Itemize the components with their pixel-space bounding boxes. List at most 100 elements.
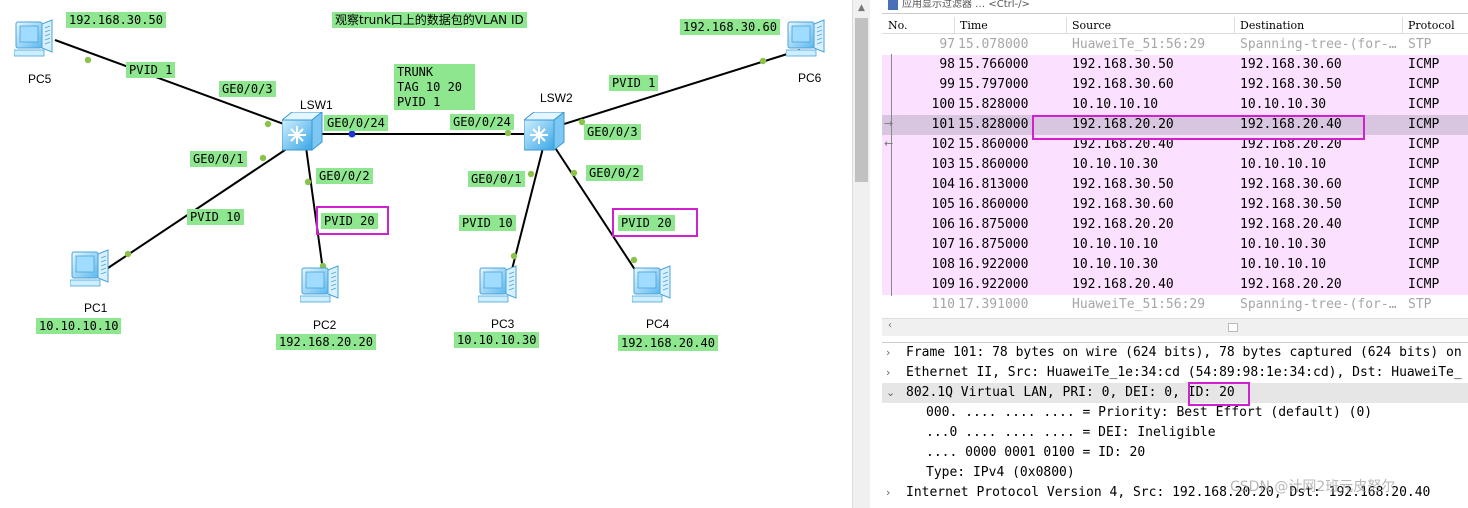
topology-vertical-scrollbar[interactable]: ▲ xyxy=(852,0,870,508)
detail-section-row[interactable]: › Frame 101: 78 bytes on wire (624 bits),… xyxy=(882,343,1468,363)
topology-canvas[interactable]: PC5 PC6 PC1 PC2 PC3 PC4 LSW1 LSW2 192.16… xyxy=(0,0,852,508)
pc3-icon[interactable] xyxy=(478,264,518,306)
packet-proto-cell: ICMP xyxy=(1408,237,1440,252)
packet-row[interactable]: 99 15.797000 192.168.30.60 192.168.30.50 ICM… xyxy=(882,75,1468,95)
packet-time-cell: 16.875000 xyxy=(958,237,1029,252)
packet-no-cell: 109 xyxy=(931,277,955,292)
packet-src-cell: 10.10.10.30 xyxy=(1072,257,1159,272)
detail-field-row[interactable]: .... 0000 0001 0100 = ID: 20 xyxy=(882,443,1468,463)
trunk-pvid-line: PVID 1 xyxy=(397,95,441,109)
pc3-ip-label: 10.10.10.30 xyxy=(454,332,540,348)
pane-divider xyxy=(870,0,882,508)
col-destination[interactable]: Destination xyxy=(1240,19,1304,32)
packet-proto-cell: ICMP xyxy=(1408,177,1440,192)
detail-text: Type: IPv4 (0x0800) xyxy=(926,465,1075,480)
detail-field-row[interactable]: ...0 .... .... .... = DEI: Ineligible xyxy=(882,423,1468,443)
pc1-icon[interactable] xyxy=(70,248,110,290)
packet-row[interactable]: 110 17.391000 HuaweiTe_51:56:29 Spanning-tr… xyxy=(882,295,1468,315)
pc5-icon[interactable] xyxy=(14,18,54,60)
packet-time-cell: 15.078000 xyxy=(958,37,1029,52)
packet-no-cell: 104 xyxy=(931,177,955,192)
packet-no-cell: 106 xyxy=(931,217,955,232)
response-arrow-icon: ← xyxy=(884,137,894,150)
filter-placeholder: 应用显示过滤器 … <Ctrl-/> xyxy=(902,0,1030,10)
pvid-pc3-label: PVID 10 xyxy=(459,215,516,231)
packet-dst-cell: Spanning-tree-(for-… xyxy=(1240,37,1397,52)
col-source[interactable]: Source xyxy=(1072,19,1111,32)
packet-no-cell: 108 xyxy=(931,257,955,272)
packet-row[interactable]: 108 16.922000 10.10.10.30 10.10.10.10 ICMP xyxy=(882,255,1468,275)
packet-time-cell: 15.828000 xyxy=(958,117,1029,132)
pc4-name: PC4 xyxy=(646,317,670,331)
packet-dst-cell: 192.168.20.20 xyxy=(1240,277,1342,292)
packet-row[interactable]: 107 16.875000 10.10.10.10 10.10.10.30 ICMP xyxy=(882,235,1468,255)
packet-row[interactable]: 105 16.860000 192.168.30.60 192.168.30.50 IC… xyxy=(882,195,1468,215)
pvid20-highlight-lsw1 xyxy=(316,206,389,235)
detail-text: 000. .... .... .... = Priority: Best Eff… xyxy=(926,405,1373,420)
pc4-ip-label: 192.168.20.40 xyxy=(618,335,718,351)
packet-row[interactable]: 100 15.828000 10.10.10.10 10.10.10.30 ICMP xyxy=(882,95,1468,115)
detail-text: 802.1Q Virtual LAN, PRI: 0, DEI: 0, ID: … xyxy=(906,385,1235,400)
packet-src-cell: HuaweiTe_51:56:29 xyxy=(1072,37,1206,52)
packet-proto-cell: STP xyxy=(1408,37,1432,52)
pc5-ip-label: 192.168.30.50 xyxy=(66,12,166,28)
packet-time-cell: 17.391000 xyxy=(958,297,1029,312)
packet-time-cell: 16.875000 xyxy=(958,217,1029,232)
packet-time-cell: 16.922000 xyxy=(958,277,1029,292)
chevron-right-icon[interactable]: › xyxy=(886,363,890,383)
packet-list: 97 15.078000 HuaweiTe_51:56:29 Spanning-tre… xyxy=(882,35,1468,315)
scroll-left-icon[interactable]: ‹ xyxy=(888,320,892,331)
packet-row[interactable]: 97 15.078000 HuaweiTe_51:56:29 Spanning-tre… xyxy=(882,35,1468,55)
packet-no-cell: 105 xyxy=(931,197,955,212)
pc6-icon[interactable] xyxy=(786,18,826,60)
detail-text: Frame 101: 78 bytes on wire (624 bits), … xyxy=(906,345,1462,360)
lsw2-ge1-label: GE0/0/1 xyxy=(468,171,525,187)
lsw1-switch-icon[interactable] xyxy=(282,112,324,152)
col-time[interactable]: Time xyxy=(960,19,988,32)
pc4-icon[interactable] xyxy=(632,264,672,306)
hscroll-thumb[interactable] xyxy=(1228,323,1238,332)
packet-proto-cell: ICMP xyxy=(1408,77,1440,92)
chevron-right-icon[interactable]: › xyxy=(886,343,890,363)
bookmark-icon[interactable] xyxy=(888,0,898,10)
packet-no-cell: 99 xyxy=(939,77,955,92)
pc3-name: PC3 xyxy=(491,317,515,331)
scroll-up-icon[interactable]: ▲ xyxy=(853,0,870,16)
packet-row[interactable]: 109 16.922000 192.168.20.40 192.168.20.20 IC… xyxy=(882,275,1468,295)
packet-list-header: No. Time Source Destination Protocol xyxy=(882,16,1468,34)
packet-time-cell: 15.797000 xyxy=(958,77,1029,92)
packet-list-horizontal-scrollbar[interactable]: ‹ xyxy=(882,318,1468,336)
packet-dst-cell: 192.168.30.60 xyxy=(1240,57,1342,72)
chevron-right-icon[interactable]: › xyxy=(886,483,890,503)
detail-section-row[interactable]: › Ethernet II, Src: HuaweiTe_1e:34:cd (54… xyxy=(882,363,1468,383)
col-protocol[interactable]: Protocol xyxy=(1408,19,1455,32)
lsw1-ge2-label: GE0/0/2 xyxy=(316,168,373,184)
packet-src-cell: 192.168.30.50 xyxy=(1072,57,1174,72)
trunk-info-box: TRUNK TAG 10 20 PVID 1 xyxy=(394,64,475,110)
lsw2-ge3-label: GE0/0/3 xyxy=(584,124,641,140)
pvid-pc1-label: PVID 10 xyxy=(187,209,244,225)
pc2-icon[interactable] xyxy=(300,264,340,306)
chevron-down-icon[interactable]: ⌄ xyxy=(886,383,895,403)
pvid20-highlight-lsw2 xyxy=(612,208,698,237)
display-filter-bar[interactable]: 应用显示过滤器 … <Ctrl-/> xyxy=(882,0,1468,14)
packet-proto-cell: ICMP xyxy=(1408,217,1440,232)
packet-proto-cell: ICMP xyxy=(1408,137,1440,152)
scroll-thumb[interactable] xyxy=(855,18,868,182)
packet-proto-cell: STP xyxy=(1408,297,1432,312)
packet-row[interactable]: 106 16.875000 192.168.20.20 192.168.20.40 IC… xyxy=(882,215,1468,235)
packet-row[interactable]: 104 16.813000 192.168.30.50 192.168.30.60 IC… xyxy=(882,175,1468,195)
pc6-name: PC6 xyxy=(798,71,822,85)
packet-proto-cell: ICMP xyxy=(1408,257,1440,272)
detail-field-row[interactable]: 000. .... .... .... = Priority: Best Eff… xyxy=(882,403,1468,423)
packet-src-cell: 10.10.10.10 xyxy=(1072,237,1159,252)
packet-proto-cell: ICMP xyxy=(1408,57,1440,72)
col-no[interactable]: No. xyxy=(888,19,908,32)
packet-row[interactable]: 103 15.860000 10.10.10.30 10.10.10.10 ICMP xyxy=(882,155,1468,175)
detail-section-row[interactable]: ⌄ 802.1Q Virtual LAN, PRI: 0, DEI: 0, ID:… xyxy=(882,383,1468,403)
lsw2-switch-icon[interactable] xyxy=(524,112,566,152)
packet-dst-cell: 192.168.30.50 xyxy=(1240,197,1342,212)
packet-row[interactable]: 98 15.766000 192.168.30.50 192.168.30.60 ICM… xyxy=(882,55,1468,75)
packet-dst-cell: 192.168.30.60 xyxy=(1240,177,1342,192)
packet-proto-cell: ICMP xyxy=(1408,277,1440,292)
